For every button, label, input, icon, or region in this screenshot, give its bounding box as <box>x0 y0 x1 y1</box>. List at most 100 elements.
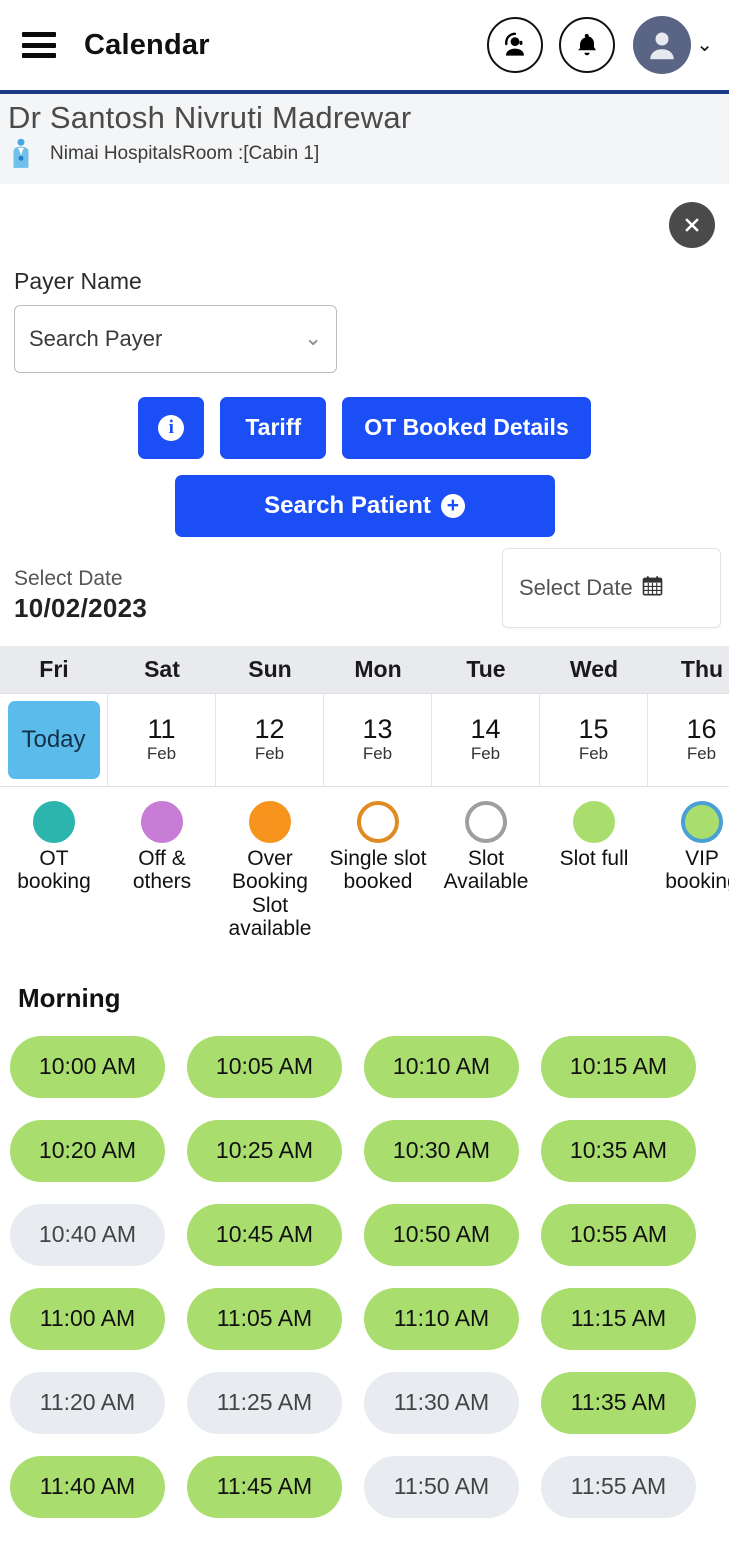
time-slot[interactable]: 10:05 AM <box>187 1035 342 1098</box>
day-number: 12 <box>254 714 285 745</box>
time-slot[interactable]: 10:50 AM <box>364 1203 519 1266</box>
legend-label: Single slot booked <box>329 846 427 894</box>
avatar <box>633 16 692 74</box>
week-day-15[interactable]: 15 Feb <box>540 693 648 786</box>
week-strip: Fri Sat Sun Mon Tue Wed Thu Today 11 Feb 12 Feb 13 F… <box>0 645 729 787</box>
legend-item-0: OT booking <box>0 800 108 941</box>
info-button[interactable]: i <box>138 396 205 459</box>
legend-item-5: Slot full <box>540 800 648 941</box>
payer-block: Payer Name Search Payer ⌄ <box>0 268 729 373</box>
time-slot[interactable]: 11:35 AM <box>541 1371 696 1434</box>
time-slot[interactable]: 10:20 AM <box>10 1119 165 1182</box>
time-slot[interactable]: 10:45 AM <box>187 1203 342 1266</box>
legend-label: OT booking <box>17 846 91 894</box>
week-day-13[interactable]: 13 Feb <box>324 693 432 786</box>
week-header-wed: Wed <box>569 655 619 682</box>
time-slot[interactable]: 11:55 AM <box>541 1455 696 1518</box>
bell-icon[interactable] <box>559 17 616 73</box>
day-number: 16 <box>686 714 717 745</box>
time-slot[interactable]: 10:25 AM <box>187 1119 342 1182</box>
payer-label: Payer Name <box>14 267 142 294</box>
chevron-down-icon: ⌄ <box>304 327 322 351</box>
time-slot[interactable]: 11:50 AM <box>364 1455 519 1518</box>
plus-icon: + <box>440 493 465 518</box>
legend-item-6: VIP booking <box>648 800 729 941</box>
legend-color-dot <box>141 800 183 843</box>
time-slot-grid: 10:00 AM 10:05 AM 10:10 AM 10:15 AM 10:20 AM… <box>0 1014 729 1518</box>
date-picker-button[interactable]: Select Date <box>502 547 721 628</box>
week-header-row: Fri Sat Sun Mon Tue Wed Thu <box>0 645 729 693</box>
time-slot[interactable]: 11:25 AM <box>187 1371 342 1434</box>
legend-label: Slot Available <box>443 846 529 894</box>
ot-booked-details-button[interactable]: OT Booked Details <box>342 396 591 459</box>
doctor-room: Room :[Cabin 1] <box>181 142 320 164</box>
doctor-name: Dr Santosh Nivruti Madrewar <box>8 100 412 135</box>
headset-support-icon[interactable] <box>487 17 544 73</box>
time-slot[interactable]: 11:15 AM <box>541 1287 696 1350</box>
search-payer-select[interactable]: Search Payer ⌄ <box>14 304 337 373</box>
week-day-row: Today 11 Feb 12 Feb 13 Feb 14 Feb 15 Feb 16 Feb <box>0 692 729 787</box>
close-row <box>0 184 729 268</box>
search-patient-button[interactable]: Search Patient + <box>174 474 555 537</box>
time-slot[interactable]: 10:35 AM <box>541 1119 696 1182</box>
hamburger-menu-icon[interactable] <box>22 32 56 58</box>
day-month: Feb <box>146 743 177 763</box>
time-slot[interactable]: 10:15 AM <box>541 1035 696 1098</box>
doctor-hospital: Nimai Hospitals <box>50 142 182 164</box>
day-number: 13 <box>362 714 393 745</box>
legend-label: Off & others <box>132 846 192 894</box>
time-slot[interactable]: 11:40 AM <box>10 1455 165 1518</box>
search-payer-value: Search Payer <box>29 325 163 351</box>
day-month: Feb <box>470 743 501 763</box>
legend-color-dot <box>573 800 615 843</box>
legend-label: VIP booking <box>665 846 729 894</box>
search-patient-label: Search Patient <box>264 491 431 519</box>
time-slot[interactable]: 10:30 AM <box>364 1119 519 1182</box>
close-x-icon[interactable] <box>669 201 715 248</box>
page-title: Calendar <box>84 28 210 61</box>
doctor-meta: Nimai Hospitals Room :[Cabin 1] <box>8 138 729 170</box>
action-button-row: i Tariff OT Booked Details <box>0 396 729 459</box>
today-chip: Today <box>7 700 100 779</box>
top-app-bar: Calendar ⌄ <box>0 0 729 90</box>
week-day-today[interactable]: Today <box>0 693 108 786</box>
time-slot[interactable]: 11:10 AM <box>364 1287 519 1350</box>
calendar-page: Calendar ⌄ Dr Santosh Nivruti Madrewar N… <box>0 0 729 1541</box>
time-slot[interactable]: 10:55 AM <box>541 1203 696 1266</box>
tariff-button[interactable]: Tariff <box>220 396 327 459</box>
day-month: Feb <box>686 743 717 763</box>
week-day-11[interactable]: 11 Feb <box>108 693 216 786</box>
account-menu[interactable]: ⌄ <box>633 16 713 74</box>
search-patient-row: Search Patient + <box>0 474 729 537</box>
week-day-14[interactable]: 14 Feb <box>432 693 540 786</box>
week-day-12[interactable]: 12 Feb <box>216 693 324 786</box>
time-slot[interactable]: 11:20 AM <box>10 1371 165 1434</box>
week-header-tue: Tue <box>466 655 506 682</box>
doctor-info-strip: Dr Santosh Nivruti Madrewar Nimai Hospit… <box>0 94 729 184</box>
time-slot[interactable]: 11:00 AM <box>10 1287 165 1350</box>
info-icon: i <box>158 414 185 441</box>
day-month: Feb <box>362 743 393 763</box>
time-slot[interactable]: 10:40 AM <box>10 1203 165 1266</box>
time-slot[interactable]: 11:05 AM <box>187 1287 342 1350</box>
time-slot[interactable]: 11:45 AM <box>187 1455 342 1518</box>
legend-label: Over Booking Slot available <box>228 846 312 941</box>
week-header-sun: Sun <box>248 655 292 682</box>
day-number: 14 <box>470 714 501 745</box>
day-month: Feb <box>254 743 285 763</box>
legend-color-dot <box>33 800 75 843</box>
legend-item-4: Slot Available <box>432 800 540 941</box>
day-number: 11 <box>147 714 176 745</box>
date-picker-label: Select Date <box>519 574 633 600</box>
time-slot[interactable]: 11:30 AM <box>364 1371 519 1434</box>
legend-item-1: Off & others <box>108 800 216 941</box>
week-day-16[interactable]: 16 Feb <box>648 694 729 786</box>
week-header-sat: Sat <box>144 655 180 682</box>
time-slot[interactable]: 10:00 AM <box>10 1035 165 1098</box>
legend-color-dot <box>465 800 507 843</box>
week-header-mon: Mon <box>354 655 402 682</box>
legend-item-2: Over Booking Slot available <box>216 800 324 941</box>
time-slot[interactable]: 10:10 AM <box>364 1035 519 1098</box>
legend-color-dot <box>357 800 399 843</box>
select-date-row: Select Date 10/02/2023 Select Date <box>0 537 729 628</box>
